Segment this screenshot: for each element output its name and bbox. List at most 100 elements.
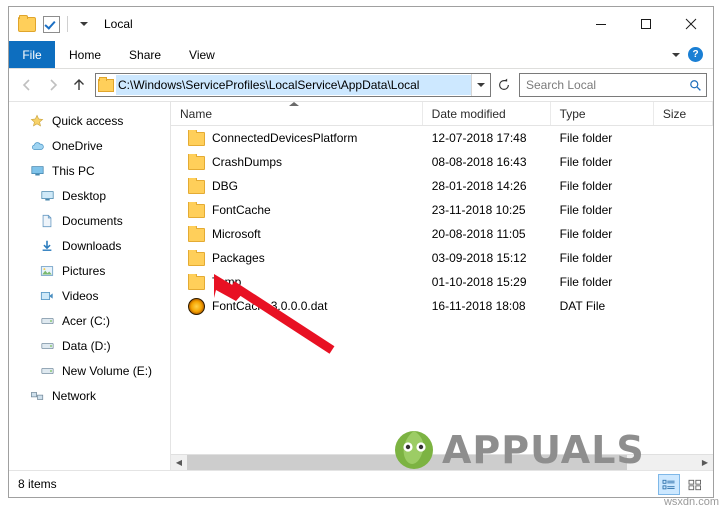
search-input[interactable]: Search Local: [520, 78, 684, 92]
sidebar-item-label: Documents: [62, 213, 123, 228]
back-button[interactable]: [15, 73, 39, 97]
file-explorer-window: Local File Home Share View ? C:\Windows\…: [8, 6, 714, 498]
file-type-cell: File folder: [559, 251, 613, 265]
dropdown-chevron-icon[interactable]: [74, 14, 94, 34]
ribbon-tabs: File Home Share View ?: [9, 41, 713, 69]
sidebar-item-onedrive[interactable]: OneDrive: [9, 133, 170, 158]
maximize-button[interactable]: [623, 7, 668, 41]
network-icon: [29, 388, 45, 404]
file-name-text: Microsoft: [212, 227, 261, 241]
folder-icon[interactable]: [17, 14, 37, 34]
scrollbar-track[interactable]: [187, 455, 697, 470]
sidebar-item-new-volume-e[interactable]: New Volume (E:): [9, 358, 170, 383]
sidebar-item-videos[interactable]: Videos: [9, 283, 170, 308]
sidebar-item-label: Videos: [62, 288, 99, 303]
file-name-cell[interactable]: Packages: [171, 250, 423, 266]
tab-file[interactable]: File: [9, 41, 55, 68]
file-name-cell[interactable]: Temp: [171, 274, 423, 290]
file-type-cell: File folder: [559, 179, 613, 193]
chevron-down-icon[interactable]: [672, 52, 680, 57]
window-title: Local: [104, 17, 133, 31]
up-button[interactable]: [67, 73, 91, 97]
sidebar-item-label: Pictures: [62, 263, 106, 278]
sidebar-item-downloads[interactable]: Downloads: [9, 233, 170, 258]
column-header-date-modified[interactable]: Date modified: [423, 102, 551, 125]
sidebar-item-label: New Volume (E:): [62, 363, 153, 378]
sidebar-item-label: This PC: [52, 163, 95, 178]
table-row[interactable]: CrashDumps 08-08-2018 16:43 File folder: [171, 150, 713, 174]
window-controls: [578, 7, 713, 41]
file-date-cell: 08-08-2018 16:43: [431, 155, 527, 169]
file-name-text: FontCache: [212, 203, 271, 217]
file-name-text: DBG: [212, 179, 239, 193]
table-row[interactable]: FontCache3.0.0.0.dat 16-11-2018 18:08 DA…: [171, 294, 713, 318]
scroll-right-arrow-icon[interactable]: ▶: [697, 455, 713, 470]
forward-button[interactable]: [41, 73, 65, 97]
file-type-cell: DAT File: [559, 299, 606, 313]
search-box[interactable]: Search Local: [519, 73, 707, 97]
tab-share[interactable]: Share: [115, 41, 175, 68]
address-dropdown-icon[interactable]: [471, 74, 490, 96]
tab-home[interactable]: Home: [55, 41, 115, 68]
file-date-cell: 23-11-2018 10:25: [431, 203, 526, 217]
scroll-left-arrow-icon[interactable]: ◀: [171, 455, 187, 470]
details-view-button[interactable]: [658, 474, 680, 495]
status-bar: 8 items: [9, 470, 713, 497]
table-row[interactable]: Packages 03-09-2018 15:12 File folder: [171, 246, 713, 270]
file-name-text: Temp: [212, 275, 242, 289]
sort-indicator-icon: [289, 102, 299, 106]
monitor-icon: [29, 163, 45, 179]
file-name-text: FontCache3.0.0.0.dat: [212, 299, 328, 313]
sidebar-item-documents[interactable]: Documents: [9, 208, 170, 233]
toolbar-divider: [67, 16, 68, 32]
sidebar-item-desktop[interactable]: Desktop: [9, 183, 170, 208]
desktop-icon: [39, 188, 55, 204]
file-type-cell: File folder: [559, 227, 613, 241]
file-date-cell: 03-09-2018 15:12: [431, 251, 527, 265]
star-icon: [29, 113, 45, 129]
table-row[interactable]: FontCache 23-11-2018 10:25 File folder: [171, 198, 713, 222]
file-name-text: Packages: [212, 251, 265, 265]
sidebar-item-quick-access[interactable]: Quick access: [9, 108, 170, 133]
help-icon[interactable]: ?: [688, 47, 703, 62]
refresh-icon[interactable]: [493, 74, 515, 96]
horizontal-scrollbar[interactable]: ◀ ▶: [171, 454, 713, 470]
column-header-size[interactable]: Size: [654, 102, 714, 125]
large-icons-view-button[interactable]: [685, 475, 705, 494]
file-list-pane: Name Date modified Type Size ConnectedDe…: [171, 102, 714, 470]
sidebar-item-pictures[interactable]: Pictures: [9, 258, 170, 283]
file-name-cell[interactable]: ConnectedDevicesPlatform: [171, 130, 423, 146]
close-button[interactable]: [668, 7, 713, 41]
folder-icon: [188, 202, 205, 218]
sidebar-item-acer-c[interactable]: Acer (C:): [9, 308, 170, 333]
file-date-cell: 16-11-2018 18:08: [431, 299, 526, 313]
tab-view[interactable]: View: [175, 41, 229, 68]
address-bar[interactable]: C:\Windows\ServiceProfiles\LocalService\…: [95, 73, 491, 97]
pictures-icon: [39, 263, 55, 279]
sidebar-item-label: Quick access: [52, 113, 124, 128]
file-name-cell[interactable]: FontCache3.0.0.0.dat: [171, 297, 423, 315]
address-path-text[interactable]: C:\Windows\ServiceProfiles\LocalService\…: [116, 75, 471, 95]
sidebar-item-data-d[interactable]: Data (D:): [9, 333, 170, 358]
search-icon[interactable]: [684, 79, 706, 92]
table-row[interactable]: DBG 28-01-2018 14:26 File folder: [171, 174, 713, 198]
file-type-cell: File folder: [559, 155, 613, 169]
sidebar-item-network[interactable]: Network: [9, 383, 170, 408]
explorer-body: Quick access OneDrive This PC Desktop Do…: [9, 101, 714, 470]
file-rows: ConnectedDevicesPlatform 12-07-2018 17:4…: [171, 126, 713, 454]
file-name-cell[interactable]: Microsoft: [171, 226, 423, 242]
scrollbar-thumb[interactable]: [187, 455, 627, 470]
file-name-cell[interactable]: FontCache: [171, 202, 423, 218]
sidebar-item-this-pc[interactable]: This PC: [9, 158, 170, 183]
file-name-cell[interactable]: CrashDumps: [171, 154, 423, 170]
file-name-cell[interactable]: DBG: [171, 178, 423, 194]
table-row[interactable]: Temp 01-10-2018 15:29 File folder: [171, 270, 713, 294]
table-row[interactable]: ConnectedDevicesPlatform 12-07-2018 17:4…: [171, 126, 713, 150]
properties-checkbox-icon[interactable]: [41, 14, 61, 34]
file-type-cell: File folder: [559, 203, 613, 217]
minimize-button[interactable]: [578, 7, 623, 41]
column-header-type[interactable]: Type: [551, 102, 654, 125]
file-date-cell: 28-01-2018 14:26: [431, 179, 527, 193]
table-row[interactable]: Microsoft 20-08-2018 11:05 File folder: [171, 222, 713, 246]
file-name-text: CrashDumps: [212, 155, 283, 169]
